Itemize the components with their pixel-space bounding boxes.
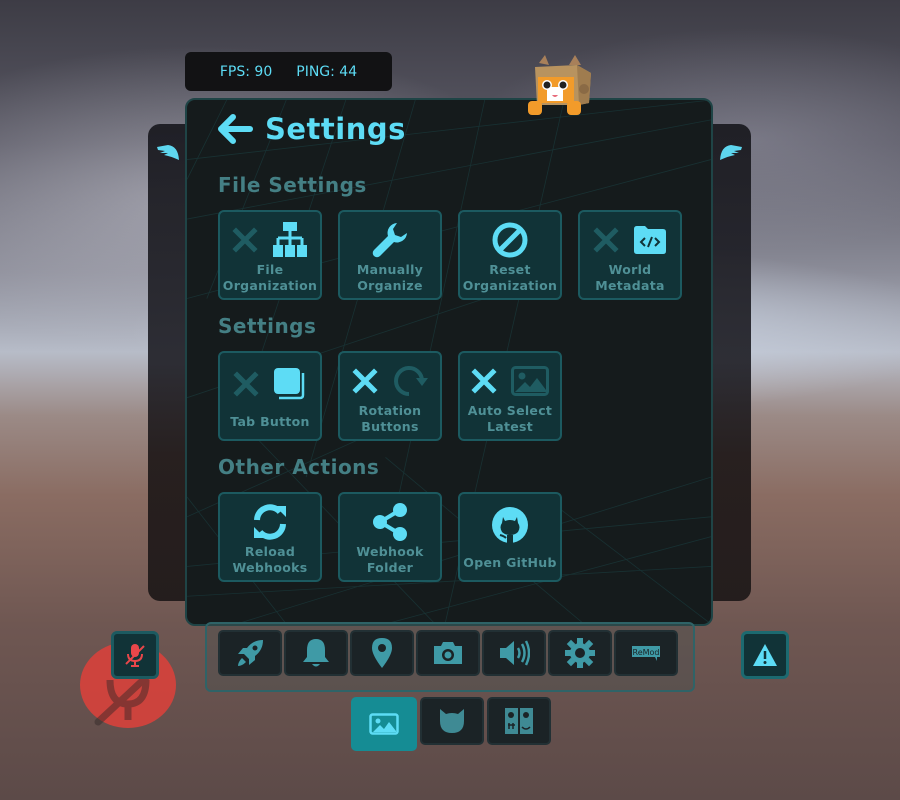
image-icon: [511, 366, 549, 396]
file-settings-row: File Organization Manually Organize Rese…: [218, 210, 682, 300]
ping-readout: PING: 44: [296, 63, 358, 80]
gear-icon: [565, 638, 595, 668]
settings-panel: Settings File Settings File Organization…: [185, 98, 713, 626]
folder-code-icon: [634, 226, 666, 254]
x-icon: [352, 368, 378, 394]
settings-row: Tab Button Rotation Buttons Auto Select …: [218, 351, 562, 441]
camera-icon: [434, 642, 462, 664]
remod-icon: ReMod: [632, 646, 660, 661]
reload-webhooks-button[interactable]: Reload Webhooks: [218, 492, 322, 582]
arrow-left-icon[interactable]: [217, 113, 253, 145]
button-label: Tab Button: [230, 414, 310, 429]
button-label: Open GitHub: [463, 555, 557, 570]
section-title-file-settings: File Settings: [218, 173, 367, 197]
map-pin-icon: [372, 638, 392, 668]
dock-location-button[interactable]: [350, 630, 414, 676]
webhook-folder-button[interactable]: Webhook Folder: [338, 492, 442, 582]
button-label: World Metadata: [595, 262, 665, 293]
button-label: Reload Webhooks: [232, 544, 308, 575]
avatar-tab[interactable]: [420, 697, 484, 745]
volume-icon: [500, 640, 530, 666]
cat-head-icon: [440, 709, 464, 733]
cat-in-box-mascot: [528, 55, 591, 115]
dock-audio-button[interactable]: [482, 630, 546, 676]
button-label: Reset Organization: [462, 262, 558, 293]
share-icon: [373, 503, 407, 541]
rotation-buttons-toggle[interactable]: Rotation Buttons: [338, 351, 442, 441]
dock-remod-button[interactable]: ReMod: [614, 630, 678, 676]
mute-toggle-button[interactable]: [111, 631, 159, 679]
x-icon: [593, 227, 619, 253]
button-label: Webhook Folder: [356, 544, 424, 575]
header: Settings: [217, 112, 406, 146]
emotes-tab[interactable]: [487, 697, 551, 745]
button-label: Rotation Buttons: [358, 403, 422, 434]
quick-menu-dock: ReMod: [218, 630, 678, 676]
svg-text:ReMod: ReMod: [633, 648, 660, 657]
tab-button-toggle[interactable]: Tab Button: [218, 351, 322, 441]
github-icon: [492, 507, 528, 543]
wrench-icon: [372, 223, 407, 258]
reset-organization-button[interactable]: Reset Organization: [458, 210, 562, 300]
wing-icon: [157, 145, 179, 160]
x-icon: [471, 368, 497, 394]
wing-icon: [720, 145, 742, 160]
sub-dock: [351, 697, 551, 751]
fps-readout: FPS: 90: [219, 63, 273, 80]
image-icon: [369, 713, 399, 735]
rocket-icon: [238, 640, 263, 666]
page-title: Settings: [265, 112, 406, 146]
manually-organize-button[interactable]: Manually Organize: [338, 210, 442, 300]
stats-bar: FPS: 90 PING: 44: [185, 52, 392, 91]
gallery-tab[interactable]: [351, 697, 417, 751]
clone-icon: [274, 368, 305, 400]
open-github-button[interactable]: Open GitHub: [458, 492, 562, 582]
section-title-settings: Settings: [218, 314, 317, 338]
button-label: File Organization: [222, 262, 318, 293]
button-label: Auto Select Latest: [467, 403, 553, 434]
sitemap-icon: [273, 222, 307, 257]
faces-icon: [505, 708, 533, 734]
dock-camera-button[interactable]: [416, 630, 480, 676]
other-actions-row: Reload Webhooks Webhook Folder Open GitH…: [218, 492, 562, 582]
x-icon: [233, 371, 259, 397]
dock-notifications-button[interactable]: [284, 630, 348, 676]
dock-settings-button[interactable]: [548, 630, 612, 676]
button-label: Manually Organize: [356, 262, 424, 293]
bell-icon: [303, 639, 329, 667]
file-organization-button[interactable]: File Organization: [218, 210, 322, 300]
dock-rocket-button[interactable]: [218, 630, 282, 676]
warning-triangle-icon: [753, 644, 777, 666]
ban-icon: [492, 222, 528, 258]
section-title-other-actions: Other Actions: [218, 455, 380, 479]
rotate-icon: [394, 366, 428, 396]
auto-select-latest-toggle[interactable]: Auto Select Latest: [458, 351, 562, 441]
x-icon: [232, 227, 258, 253]
sync-icon: [254, 504, 286, 540]
world-metadata-button[interactable]: World Metadata: [578, 210, 682, 300]
warning-button[interactable]: [741, 631, 789, 679]
microphone-slash-icon: [125, 644, 145, 667]
